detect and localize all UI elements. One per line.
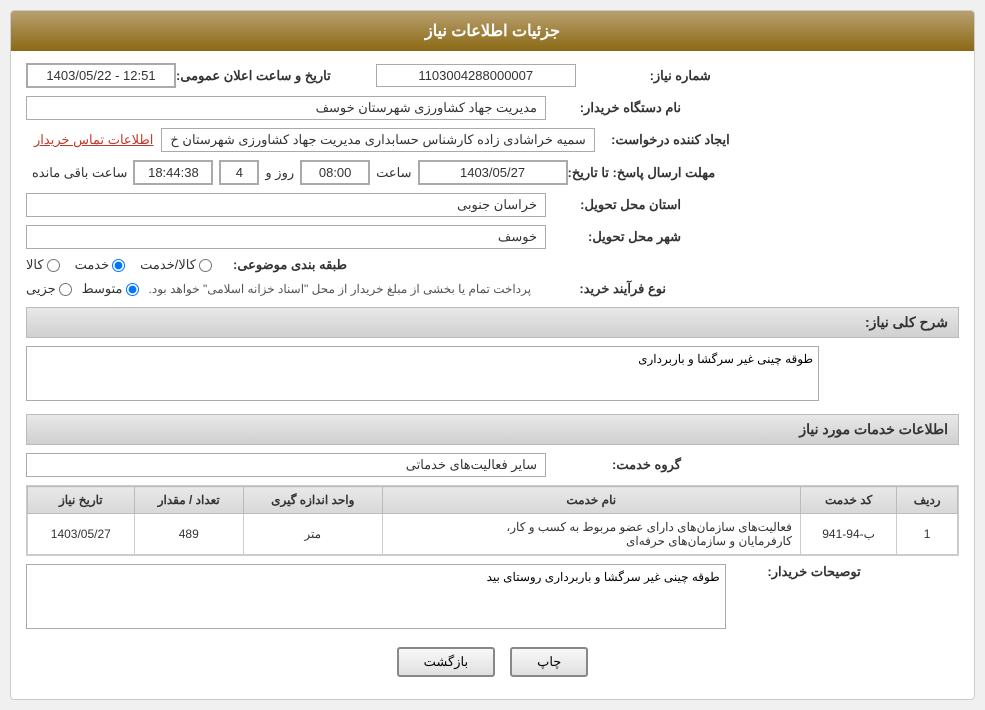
purchase-type-note: پرداخت تمام یا بخشی از مبلغ خریدار از مح… (149, 282, 532, 296)
creator-row: ایجاد کننده درخواست: سمیه خراشادی زاده ک… (26, 128, 959, 152)
category-label-kala: کالا (26, 257, 44, 273)
creator-link[interactable]: اطلاعات تماس خریدار (26, 132, 161, 148)
need-desc-row (26, 346, 959, 404)
buyer-notes-label: توصیحات خریدار: (726, 564, 866, 580)
category-option-khedmat[interactable]: خدمت (75, 257, 126, 273)
category-option-kala[interactable]: کالا (26, 257, 60, 273)
service-table: ردیف کد خدمت نام خدمت واحد اندازه گیری ت… (27, 486, 958, 555)
purchase-radio-motavasset[interactable] (126, 283, 139, 296)
col-unit: واحد اندازه گیری (243, 487, 382, 514)
col-row: ردیف (897, 487, 958, 514)
purchase-type-options: پرداخت تمام یا بخشی از مبلغ خریدار از مح… (26, 281, 531, 297)
cell-quantity: 489 (134, 514, 243, 555)
cell-code: ب-94-941 (800, 514, 896, 555)
creator-value: سمیه خراشادی زاده کارشناس حسابداری مدیری… (161, 128, 594, 152)
province-row: استان محل تحویل: خراسان جنوبی (26, 193, 959, 217)
send-date-remaining-label: ساعت باقی مانده (26, 165, 133, 181)
service-group-label: گروه خدمت: (546, 457, 686, 473)
city-value: خوسف (26, 225, 546, 249)
purchase-type-option-jozi[interactable]: جزیی (26, 281, 72, 297)
buyer-dept-row: نام دستگاه خریدار: مدیریت جهاد کشاورزی ش… (26, 96, 959, 120)
cell-date: 1403/05/27 (28, 514, 135, 555)
purchase-type-label: نوع فرآیند خرید: (531, 281, 671, 297)
table-row: 1 ب-94-941 فعالیت‌های سازمان‌های دارای ع… (28, 514, 958, 555)
purchase-type-option-motavasset[interactable]: متوسط (82, 281, 139, 297)
purchase-label-jozi: جزیی (26, 281, 56, 297)
need-desc-textarea[interactable] (26, 346, 819, 401)
city-row: شهر محل تحویل: خوسف (26, 225, 959, 249)
send-date-time: 08:00 (300, 160, 370, 185)
cell-name: فعالیت‌های سازمان‌های دارای عضو مربوط به… (382, 514, 800, 555)
purchase-type-row: نوع فرآیند خرید: پرداخت تمام یا بخشی از … (26, 281, 959, 297)
col-name: نام خدمت (382, 487, 800, 514)
province-label: استان محل تحویل: (546, 197, 686, 213)
cell-unit: متر (243, 514, 382, 555)
category-radio-khedmat[interactable] (112, 259, 125, 272)
category-radio-kala[interactable] (47, 259, 60, 272)
category-row: طبقه بندی موضوعی: کالا/خدمت خدمت کالا (26, 257, 959, 273)
purchase-radio-jozi[interactable] (59, 283, 72, 296)
send-date-time-label: ساعت (370, 165, 417, 181)
page-container: جزئیات اطلاعات نیاز شماره نیاز: 11030042… (0, 0, 985, 710)
category-option-kala-khedmat[interactable]: کالا/خدمت (140, 257, 212, 273)
buyer-notes-wrapper (26, 564, 726, 632)
send-date-days: 4 (219, 160, 259, 185)
service-group-row: گروه خدمت: سایر فعالیت‌های خدماتی (26, 453, 959, 477)
category-label-khedmat: خدمت (75, 257, 110, 273)
service-table-container: ردیف کد خدمت نام خدمت واحد اندازه گیری ت… (26, 485, 959, 556)
service-group-value: سایر فعالیت‌های خدماتی (26, 453, 546, 477)
need-number-row: شماره نیاز: 1103004288000007 تاریخ و ساع… (26, 63, 959, 88)
buyer-notes-row: توصیحات خریدار: (26, 564, 959, 632)
purchase-label-motavasset: متوسط (82, 281, 123, 297)
category-label: طبقه بندی موضوعی: (212, 257, 352, 273)
buyer-notes-textarea[interactable] (26, 564, 726, 629)
category-radio-kala-khedmat[interactable] (199, 259, 212, 272)
back-button[interactable]: بازگشت (397, 647, 495, 677)
province-value: خراسان جنوبی (26, 193, 546, 217)
send-date-row: مهلت ارسال پاسخ: تا تاریخ: 1403/05/27 سا… (26, 160, 959, 185)
need-desc-wrapper (26, 346, 819, 404)
print-button[interactable]: چاپ (510, 647, 588, 677)
category-label-kala-khedmat: کالا/خدمت (140, 257, 196, 273)
send-date-remaining: 18:44:38 (133, 160, 213, 185)
city-label: شهر محل تحویل: (546, 229, 686, 245)
buyer-dept-value: مدیریت جهاد کشاورزی شهرستان خوسف (26, 96, 546, 120)
category-radio-group: کالا/خدمت خدمت کالا (26, 257, 212, 273)
col-date: تاریخ نیاز (28, 487, 135, 514)
buyer-dept-label: نام دستگاه خریدار: (546, 100, 686, 116)
button-row: چاپ بازگشت (26, 647, 959, 677)
col-quantity: تعداد / مقدار (134, 487, 243, 514)
cell-row: 1 (897, 514, 958, 555)
need-number-label: شماره نیاز: (576, 68, 716, 84)
send-date-label: مهلت ارسال پاسخ: تا تاریخ: (568, 165, 721, 181)
send-date-date: 1403/05/27 (418, 160, 568, 185)
send-date-day-label: روز و (259, 165, 300, 181)
main-card: جزئیات اطلاعات نیاز شماره نیاز: 11030042… (10, 10, 975, 700)
need-desc-header: شرح کلی نیاز: (26, 307, 959, 338)
col-code: کد خدمت (800, 487, 896, 514)
announce-date-value: 1403/05/22 - 12:51 (26, 63, 176, 88)
page-title: جزئیات اطلاعات نیاز (11, 11, 974, 51)
need-number-value: 1103004288000007 (376, 64, 576, 87)
service-info-header: اطلاعات خدمات مورد نیاز (26, 414, 959, 445)
content-area: شماره نیاز: 1103004288000007 تاریخ و ساع… (11, 51, 974, 699)
creator-label: ایجاد کننده درخواست: (595, 132, 735, 148)
announce-date-label: تاریخ و ساعت اعلان عمومی: (176, 68, 336, 84)
